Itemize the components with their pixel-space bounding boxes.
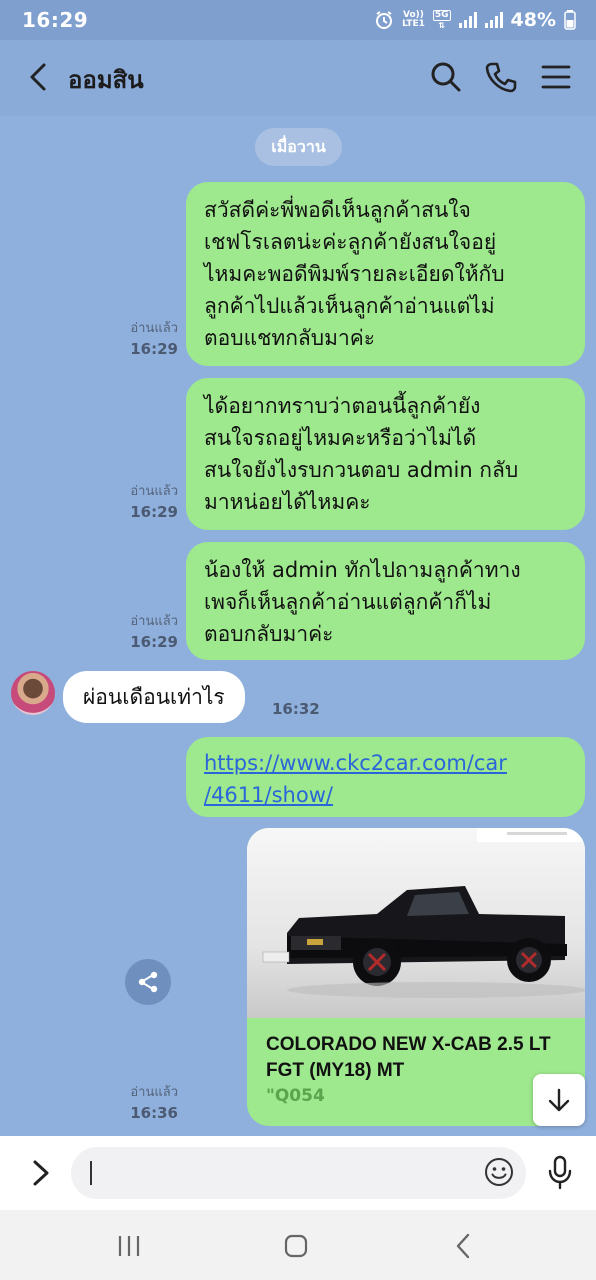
card-title: COLORADO NEW X-CAB 2.5 LT FGT (MY18) MT (266, 1034, 551, 1081)
network-label: 5G (432, 10, 451, 21)
signal-icon-2 (484, 12, 503, 28)
back-icon[interactable] (24, 62, 54, 92)
status-time: 16:29 (22, 8, 89, 32)
message-line: ตอบแชทกลับมาค่ะ (204, 326, 376, 350)
network-indicator: 5G ⇅ (432, 10, 451, 30)
message-composer (0, 1136, 596, 1210)
back-nav-icon[interactable] (448, 1230, 480, 1262)
message-meta: อ่านแล้ว 16:29 (100, 612, 178, 652)
message-input[interactable] (71, 1147, 526, 1199)
chevron-right-icon[interactable] (26, 1157, 56, 1189)
message-line: ได้อยากทราบว่าตอนนี้ลูกค้ายัง (204, 394, 481, 418)
lte-label: LTE1 (402, 19, 425, 29)
phone-icon[interactable] (484, 60, 518, 94)
read-receipt: อ่านแล้ว (130, 484, 178, 499)
message-line: เชฟโรเลตน่ะค่ะลูกค้ายังสนใจอยู่ (204, 230, 497, 254)
outgoing-message-bubble[interactable]: น้องให้ admin ทักไปถามลูกค้าทาง เพจก็เห็… (186, 542, 585, 660)
battery-level: 48% (510, 9, 556, 31)
date-separator: เมื่อวาน (255, 128, 342, 166)
home-icon[interactable] (280, 1230, 312, 1262)
emoji-icon[interactable] (483, 1156, 515, 1188)
scroll-to-bottom-button[interactable] (533, 1074, 585, 1126)
chat-header: ออมสิน (0, 40, 596, 116)
menu-icon[interactable] (539, 60, 573, 94)
outgoing-link-bubble[interactable]: https://www.ckc2car.com/car /4611/show/ (186, 737, 585, 817)
message-line: มาหน่อยได้ไหมคะ (204, 490, 371, 514)
message-line: ตอบกลับมาค่ะ (204, 622, 334, 646)
message-time: 16:29 (130, 340, 178, 358)
message-line: เพจก็เห็นลูกค้าอ่านแต่ลูกค้าก็ไม่ (204, 590, 492, 614)
chat-title: ออมสิน (68, 66, 144, 94)
message-meta: อ่านแล้ว 16:29 (100, 482, 178, 522)
status-icons: Vo)) LTE1 5G ⇅ 48% (374, 9, 576, 31)
incoming-message-bubble[interactable]: ผ่อนเดือนเท่าไร (63, 671, 245, 723)
message-line: น้องให้ admin ทักไปถามลูกค้าทาง (204, 558, 521, 582)
message-time: 16:32 (272, 700, 320, 718)
share-icon (138, 971, 158, 993)
message-line: สนใจรถอยู่ไหมคะหรือว่าไม่ได้ (204, 426, 477, 450)
message-meta: อ่านแล้ว 16:36 (100, 1083, 178, 1123)
search-icon[interactable] (429, 60, 463, 94)
contact-avatar[interactable] (11, 671, 55, 715)
status-bar: 16:29 Vo)) LTE1 5G ⇅ 48% (0, 0, 596, 40)
message-line: สวัสดีค่ะพี่พอดีเห็นลูกค้าสนใจ (204, 198, 471, 222)
message-meta: อ่านแล้ว 16:29 (100, 319, 178, 359)
read-receipt: อ่านแล้ว (130, 321, 178, 336)
url-link[interactable]: https://www.ckc2car.com/car (204, 747, 567, 779)
system-nav-bar (0, 1210, 596, 1280)
recent-apps-icon[interactable] (113, 1230, 145, 1262)
message-line: สนใจยังไงรบกวนตอบ admin กลับ (204, 458, 519, 482)
alarm-icon (376, 11, 393, 29)
message-line: ไหมคะพอดีพิมพ์รายละเอียดให้กับ (204, 262, 505, 286)
volte-indicator: Vo)) LTE1 (402, 11, 425, 29)
message-line: ลูกค้าไปแล้วเห็นลูกค้าอ่านแต่ไม่ (204, 294, 495, 318)
card-code: "Q054 (266, 1086, 325, 1106)
url-link[interactable]: /4611/show/ (204, 779, 567, 811)
message-time: 16:36 (130, 1104, 178, 1122)
signal-icon (458, 12, 477, 28)
car-image (247, 828, 585, 1018)
text-caret (90, 1161, 92, 1185)
read-receipt: อ่านแล้ว (130, 1085, 178, 1100)
outgoing-message-bubble[interactable]: สวัสดีค่ะพี่พอดีเห็นลูกค้าสนใจ เชฟโรเลตน… (186, 182, 585, 366)
microphone-icon[interactable] (545, 1154, 575, 1190)
arrow-down-icon (548, 1088, 570, 1112)
outgoing-message-bubble[interactable]: ได้อยากทราบว่าตอนนี้ลูกค้ายัง สนใจรถอยู่… (186, 378, 585, 530)
battery-icon (564, 10, 576, 30)
message-time: 16:29 (130, 503, 178, 521)
read-receipt: อ่านแล้ว (130, 614, 178, 629)
share-button[interactable] (125, 959, 171, 1005)
message-time: 16:29 (130, 633, 178, 651)
